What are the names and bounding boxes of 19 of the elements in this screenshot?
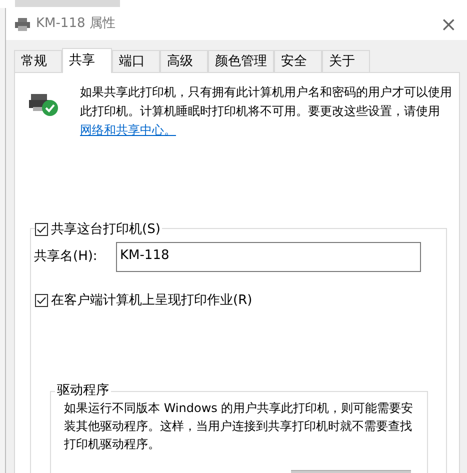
printer-icon bbox=[14, 16, 31, 32]
tab[interactable]: 端口 bbox=[112, 50, 160, 72]
tab[interactable]: 安全 bbox=[274, 50, 322, 72]
share-name-label: 共享名(H): bbox=[34, 248, 98, 266]
driver-group-title: 驱动程序 bbox=[55, 382, 111, 398]
driver-info-text: 如果运行不同版本 Windows 的用户共享此打印机，则可能需要安装其他驱动程序。这样，当用户连接到共享打印机时就不需要查找打印机驱动程序。 bbox=[64, 400, 414, 452]
checkmark-icon bbox=[36, 224, 47, 236]
tab[interactable]: 常规 bbox=[14, 50, 62, 72]
tab[interactable]: 共享 bbox=[62, 48, 112, 73]
checkmark-icon bbox=[36, 295, 47, 306]
window-title: KM-118 属性 bbox=[36, 15, 116, 34]
sharing-info-text: 如果共享此打印机，只有拥有此计算机用户名和密码的用户才可以使用此打印机。计算机睡眠时打印机将不可用。要更改这些设置，请使用 网络和共享中心。 bbox=[80, 84, 452, 139]
network-sharing-center-link[interactable]: 网络和共享中心。 bbox=[80, 123, 176, 137]
close-button[interactable]: × bbox=[440, 14, 457, 34]
shared-printer-icon bbox=[29, 91, 59, 117]
tab[interactable]: 高级 bbox=[160, 50, 208, 72]
share-name-field[interactable]: KM-118 bbox=[116, 242, 421, 272]
tab[interactable]: 关于 bbox=[322, 50, 370, 72]
tab[interactable]: 颜色管理 bbox=[208, 50, 274, 72]
